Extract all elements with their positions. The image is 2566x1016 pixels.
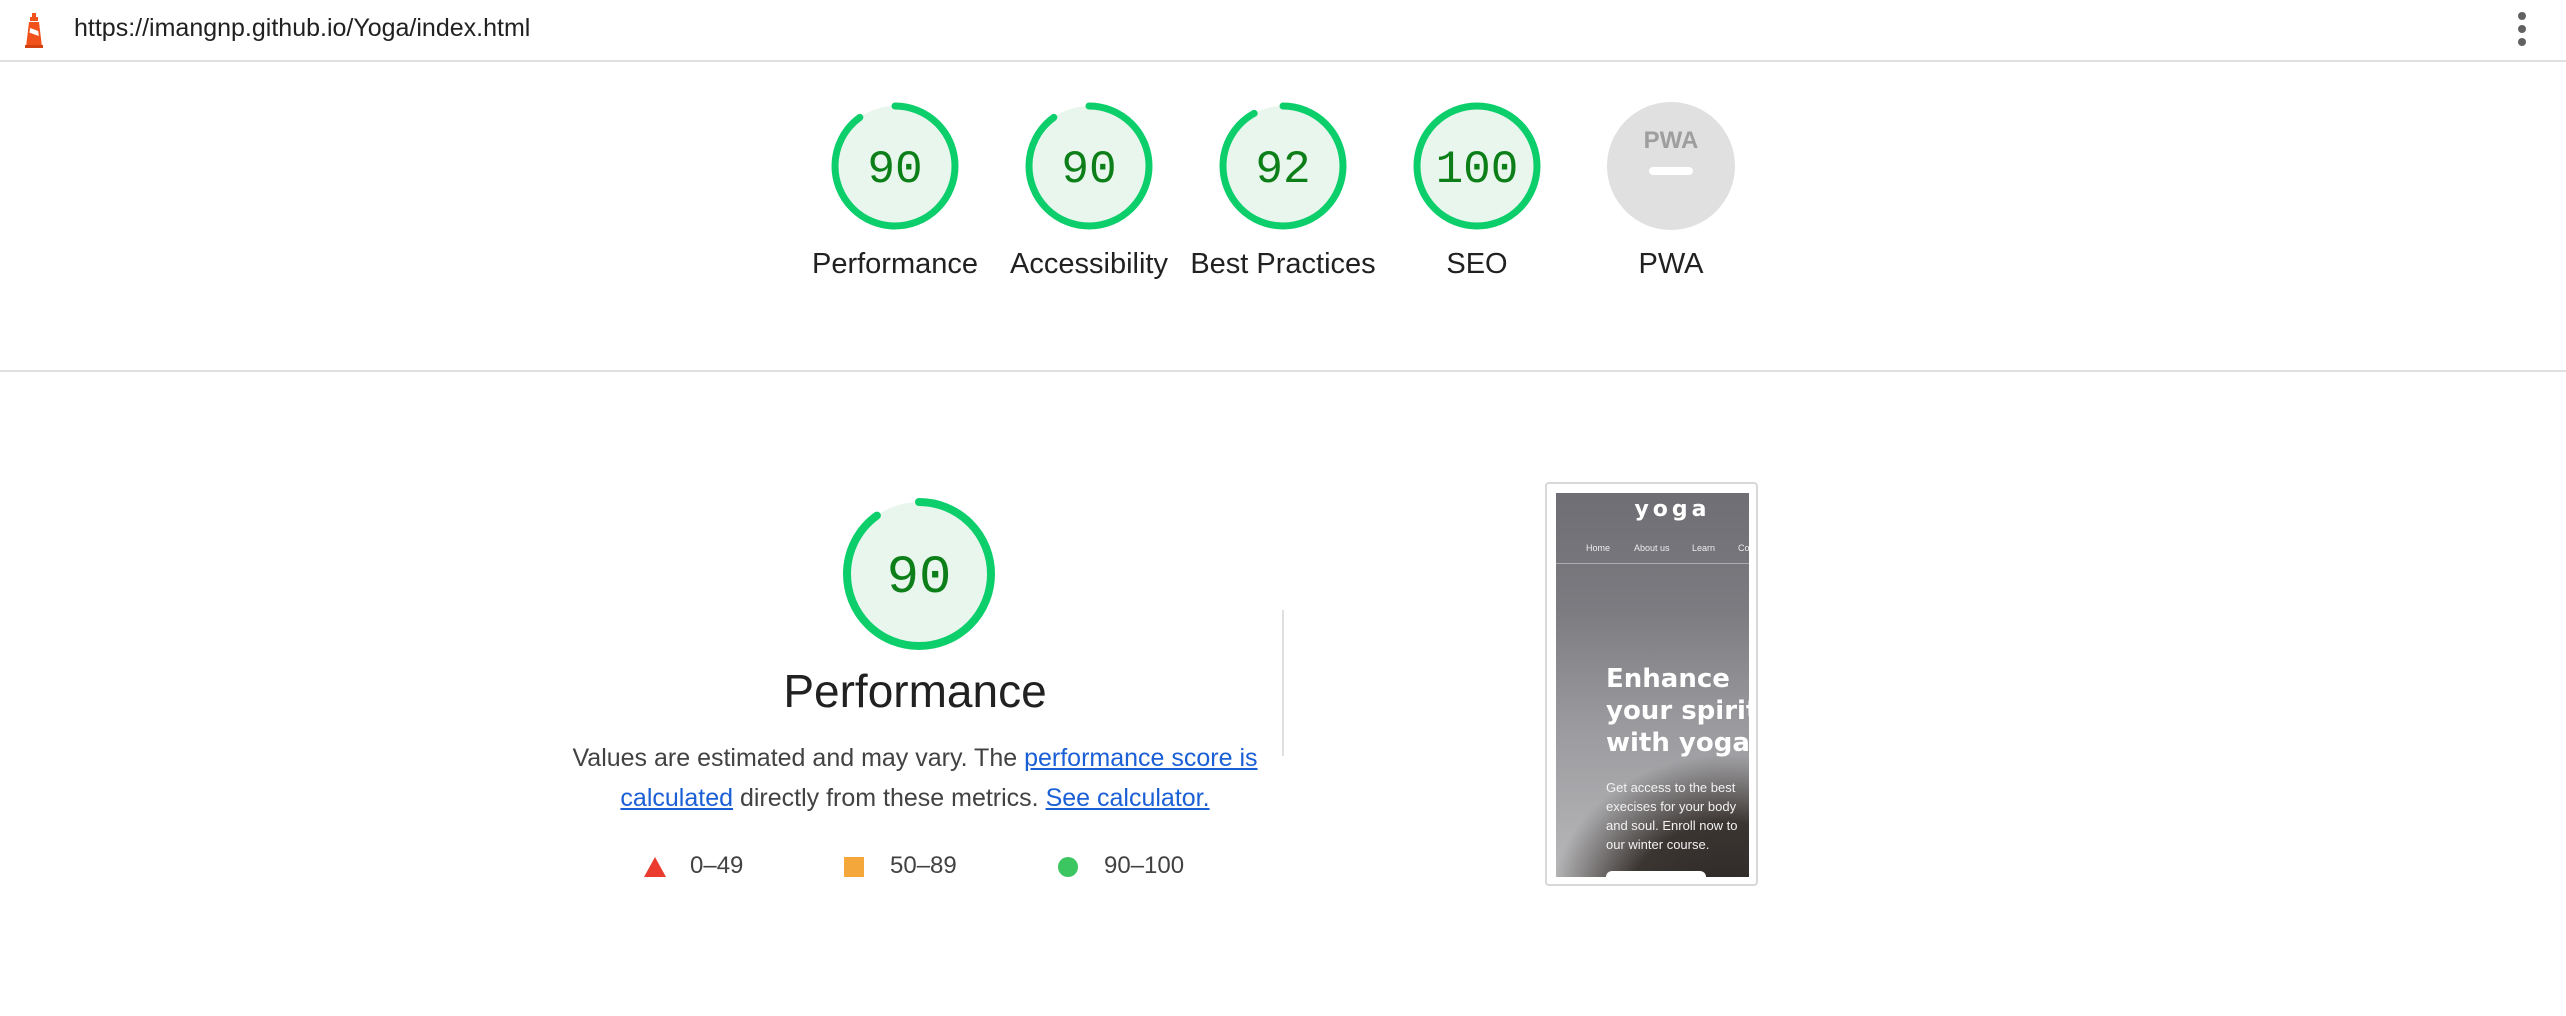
gauge-accessibility[interactable]: 90 Accessibility bbox=[992, 100, 1186, 284]
report-url: https://imangnp.github.io/Yoga/index.htm… bbox=[74, 14, 531, 42]
pwa-badge-icon: PWA bbox=[1607, 102, 1735, 230]
screenshot-nav-item: Co bbox=[1738, 543, 1749, 553]
desc-text-1: Values are estimated and may vary. The bbox=[572, 744, 1025, 772]
performance-score: 90 bbox=[867, 144, 922, 196]
gauge-label-best-practices: Best Practices bbox=[1190, 248, 1376, 280]
square-icon bbox=[844, 857, 864, 877]
legend-fail-range: 0–49 bbox=[690, 852, 744, 879]
screenshot-nav-item: Home bbox=[1586, 543, 1611, 553]
triangle-icon bbox=[644, 857, 666, 877]
see-calculator-link[interactable]: See calculator. bbox=[1046, 784, 1210, 812]
performance-main-gauge: 90 bbox=[843, 498, 995, 650]
screenshot-nav-rule bbox=[1556, 563, 1749, 564]
report-topbar: https://imangnp.github.io/Yoga/index.htm… bbox=[0, 0, 2566, 62]
gauge-label-performance: Performance bbox=[811, 248, 978, 280]
screenshot-hero-heading: Enhance your spirit with yoga bbox=[1606, 663, 1749, 759]
gauge-label-accessibility: Accessibility bbox=[1010, 248, 1168, 280]
screenshot-nav-item: Learn bbox=[1692, 543, 1716, 553]
performance-gauge-ring: 90 bbox=[831, 102, 959, 230]
section-divider bbox=[1282, 610, 1284, 756]
more-options-icon[interactable] bbox=[2512, 12, 2532, 50]
desc-text-2: directly from these metrics. bbox=[733, 784, 1046, 812]
legend-average-range: 50–89 bbox=[890, 852, 957, 879]
category-scores: 90 Performance 90 Accessibility 92 Best … bbox=[0, 62, 2566, 372]
gauge-best-practices[interactable]: 92 Best Practices bbox=[1186, 100, 1380, 284]
gauge-seo[interactable]: 100 SEO bbox=[1380, 100, 1574, 284]
circle-icon bbox=[1058, 857, 1078, 877]
lighthouse-icon bbox=[25, 13, 43, 48]
screenshot-image: yoga Home About us Learn Co Enhance your… bbox=[1556, 493, 1749, 877]
gauge-pwa[interactable]: PWA PWA bbox=[1574, 100, 1768, 284]
legend-pass-range: 90–100 bbox=[1104, 852, 1185, 879]
screenshot-nav-item: About us bbox=[1634, 543, 1670, 553]
accessibility-score: 90 bbox=[1061, 144, 1116, 196]
body-line: execises for your body bbox=[1606, 799, 1737, 814]
screenshot-nav: Home About us Learn Co bbox=[1556, 543, 1749, 559]
hero-line: your spirit bbox=[1606, 696, 1749, 726]
seo-score: 100 bbox=[1436, 144, 1519, 196]
gauge-label-seo: SEO bbox=[1446, 248, 1508, 280]
performance-main-score: 90 bbox=[887, 548, 952, 609]
accessibility-gauge-ring: 90 bbox=[1025, 102, 1153, 230]
performance-title: Performance bbox=[783, 665, 1047, 717]
screenshot-brand: yoga bbox=[1634, 497, 1711, 522]
best-practices-score: 92 bbox=[1255, 144, 1310, 196]
best-practices-gauge-ring: 92 bbox=[1219, 102, 1347, 230]
final-screenshot[interactable]: yoga Home About us Learn Co Enhance your… bbox=[1545, 482, 1758, 886]
score-legend: 0–49 50–89 90–100 bbox=[560, 846, 1270, 886]
hero-line: Enhance bbox=[1606, 664, 1730, 694]
pwa-badge-text: PWA bbox=[1644, 127, 1699, 154]
performance-description: Values are estimated and may vary. The p… bbox=[560, 738, 1270, 818]
hero-line: with yoga bbox=[1606, 728, 1749, 758]
body-line: our winter course. bbox=[1606, 837, 1710, 852]
screenshot-body-text: Get access to the best execises for your… bbox=[1606, 778, 1738, 854]
gauge-performance[interactable]: 90 Performance bbox=[798, 100, 992, 284]
body-line: and soul. Enroll now to bbox=[1606, 818, 1738, 833]
screenshot-cta-button bbox=[1606, 871, 1706, 877]
body-line: Get access to the best bbox=[1606, 780, 1736, 795]
gauge-label-pwa: PWA bbox=[1638, 248, 1704, 280]
seo-gauge-ring: 100 bbox=[1413, 102, 1541, 230]
